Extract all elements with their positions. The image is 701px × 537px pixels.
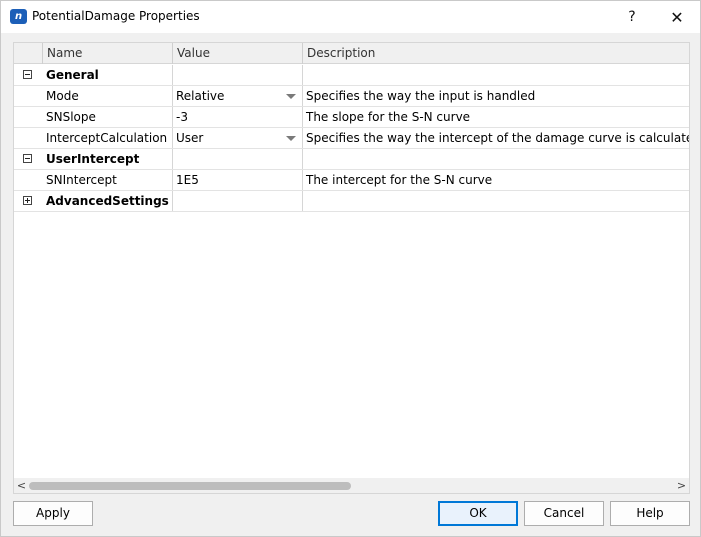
scroll-left-icon[interactable]: <	[14, 478, 29, 493]
property-row-mode[interactable]: Mode Relative Specifies the way the inpu…	[14, 86, 689, 107]
group-value	[173, 191, 303, 211]
help-icon[interactable]: ?	[609, 1, 655, 33]
property-description: The slope for the S-N curve	[306, 110, 471, 124]
group-name: UserIntercept	[43, 149, 173, 169]
property-value: User	[176, 131, 204, 145]
column-header-expander	[14, 43, 43, 64]
close-icon[interactable]: ✕	[654, 1, 700, 33]
property-value-dropdown[interactable]: User	[173, 128, 303, 148]
ok-button[interactable]: OK	[438, 501, 518, 526]
dropdown-arrow-icon[interactable]	[286, 136, 296, 141]
property-grid: Name Value Description General Mode Rela…	[13, 42, 690, 494]
expander-cell	[14, 191, 43, 211]
column-header-name[interactable]: Name	[43, 43, 173, 64]
group-row-general[interactable]: General	[14, 65, 689, 86]
property-value-dropdown[interactable]: Relative	[173, 86, 303, 106]
properties-dialog: n PotentialDamage Properties ? ✕ Name Va…	[0, 0, 701, 537]
property-description: The intercept for the S-N curve	[306, 173, 493, 187]
column-header-value[interactable]: Value	[173, 43, 303, 64]
apply-button[interactable]: Apply	[13, 501, 93, 526]
horizontal-scrollbar[interactable]: < >	[14, 478, 689, 493]
indent-cell	[14, 128, 43, 148]
dropdown-arrow-icon[interactable]	[286, 94, 296, 99]
group-row-advancedsettings[interactable]: AdvancedSettings	[14, 191, 689, 212]
expander-cell	[14, 149, 43, 169]
collapse-icon[interactable]	[23, 70, 32, 79]
expand-icon[interactable]	[23, 196, 32, 205]
group-description	[303, 191, 689, 211]
property-description: Specifies the way the intercept of the d…	[306, 131, 689, 145]
window-title: PotentialDamage Properties	[32, 9, 200, 23]
property-name: SNSlope	[43, 107, 173, 127]
indent-cell	[14, 86, 43, 106]
group-name: General	[43, 65, 173, 85]
scroll-right-icon[interactable]: >	[674, 478, 689, 493]
group-description	[303, 149, 689, 169]
group-value	[173, 149, 303, 169]
property-name: SNIntercept	[43, 170, 173, 190]
expander-cell	[14, 65, 43, 85]
property-description: Specifies the way the input is handled	[306, 89, 536, 103]
collapse-icon[interactable]	[23, 154, 32, 163]
column-header-description[interactable]: Description	[303, 43, 689, 64]
cancel-button[interactable]: Cancel	[524, 501, 604, 526]
help-button[interactable]: Help	[610, 501, 690, 526]
property-row-snslope[interactable]: SNSlope -3 The slope for the S-N curve	[14, 107, 689, 128]
property-value-input[interactable]: -3	[173, 107, 303, 127]
indent-cell	[14, 107, 43, 127]
property-value: Relative	[176, 89, 225, 103]
group-description	[303, 65, 689, 85]
group-name: AdvancedSettings	[43, 191, 173, 211]
property-value-input[interactable]: 1E5	[173, 170, 303, 190]
group-value	[173, 65, 303, 85]
indent-cell	[14, 170, 43, 190]
property-row-snintercept[interactable]: SNIntercept 1E5 The intercept for the S-…	[14, 170, 689, 191]
property-grid-viewport: Name Value Description General Mode Rela…	[14, 43, 689, 478]
app-logo-icon: n	[10, 9, 27, 24]
scrollbar-thumb[interactable]	[29, 482, 351, 490]
title-bar: n PotentialDamage Properties ? ✕	[1, 1, 700, 33]
property-row-interceptcalculation[interactable]: InterceptCalculation User Specifies the …	[14, 128, 689, 149]
property-name: InterceptCalculation	[43, 128, 173, 148]
property-name: Mode	[43, 86, 173, 106]
group-row-userintercept[interactable]: UserIntercept	[14, 149, 689, 170]
grid-header: Name Value Description	[14, 43, 689, 64]
